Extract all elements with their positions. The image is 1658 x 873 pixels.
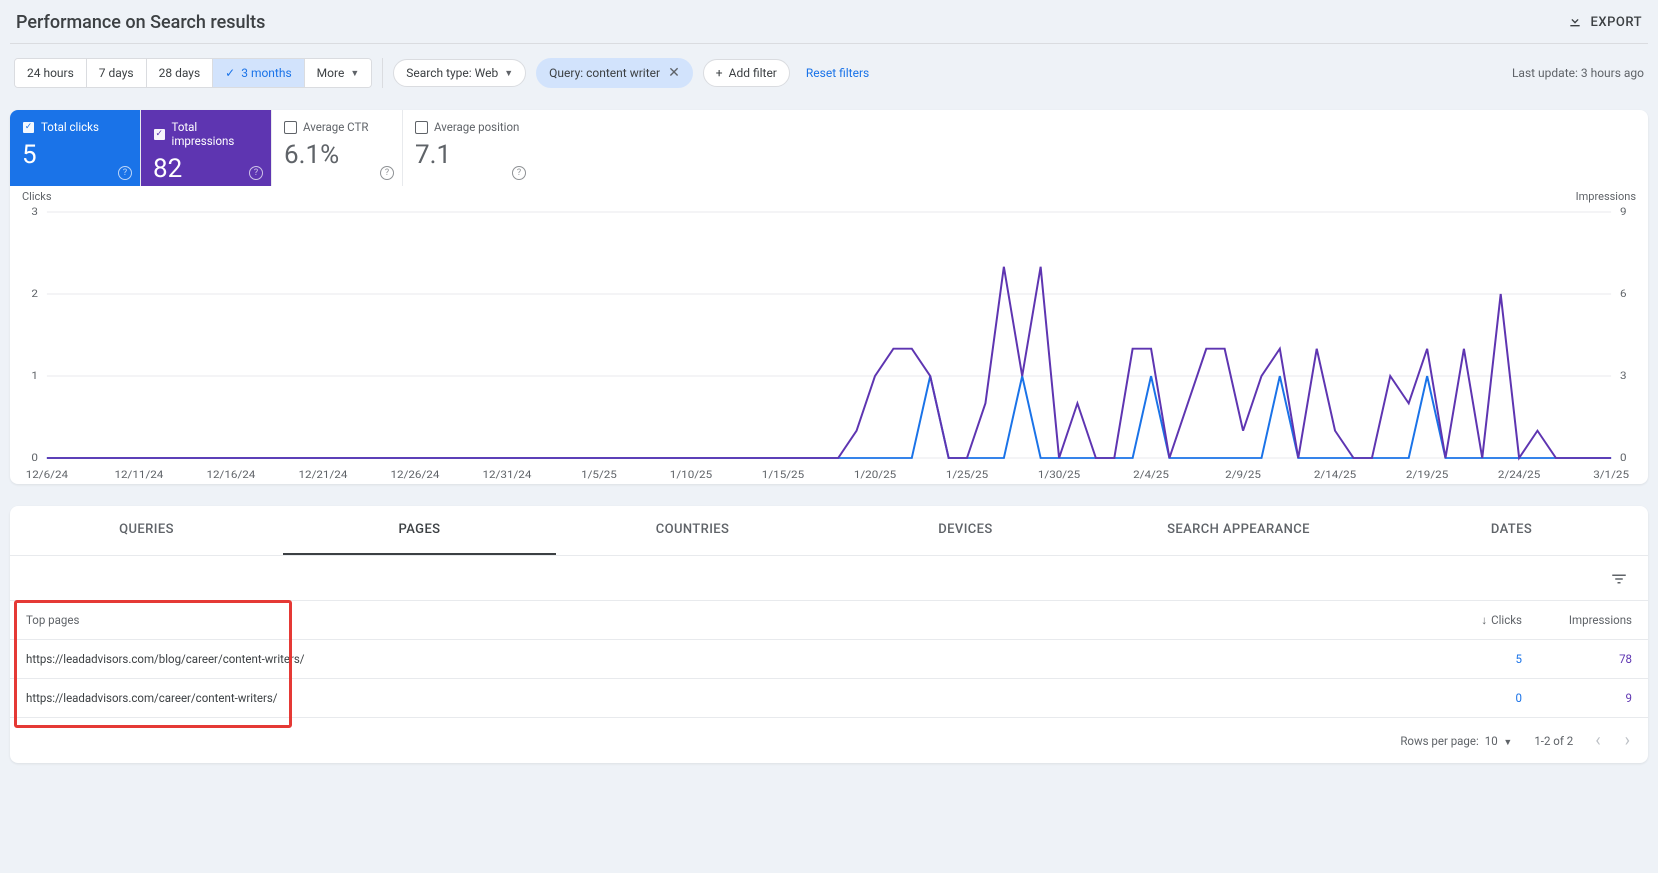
metric-position[interactable]: Average position 7.1 ? xyxy=(403,110,534,186)
svg-text:12/21/24: 12/21/24 xyxy=(298,469,347,481)
chart-area: Clicks Impressions 0 0 1 3 2 6 3 9 12/6/24 12/11/… xyxy=(10,186,1648,484)
metric-position-value: 7.1 xyxy=(415,140,522,170)
tab-queries[interactable]: QUERIES xyxy=(10,506,283,555)
col-impressions[interactable]: Impressions xyxy=(1538,601,1648,640)
check-icon: ✓ xyxy=(225,66,235,80)
svg-text:12/16/24: 12/16/24 xyxy=(206,469,255,481)
checkbox-empty-icon xyxy=(284,121,297,134)
svg-text:3: 3 xyxy=(31,206,38,218)
svg-text:9: 9 xyxy=(1620,206,1627,218)
chevron-down-icon: ▼ xyxy=(350,68,359,79)
col-clicks[interactable]: ↓Clicks xyxy=(1428,601,1538,640)
metric-clicks[interactable]: ✓Total clicks 5 ? xyxy=(10,110,141,186)
help-icon[interactable]: ? xyxy=(512,166,526,180)
svg-text:2/4/25: 2/4/25 xyxy=(1133,469,1169,481)
export-button[interactable]: EXPORT xyxy=(1567,13,1642,33)
page-title: Performance on Search results xyxy=(16,12,265,33)
tab-devices[interactable]: DEVICES xyxy=(829,506,1102,555)
download-icon xyxy=(1567,13,1583,33)
tab-pages[interactable]: PAGES xyxy=(283,506,556,555)
page-url[interactable]: https://leadadvisors.com/blog/career/con… xyxy=(10,640,1428,679)
svg-text:1/20/25: 1/20/25 xyxy=(854,469,896,481)
page-url[interactable]: https://leadadvisors.com/career/content-… xyxy=(10,679,1428,718)
metric-ctr[interactable]: Average CTR 6.1% ? xyxy=(272,110,403,186)
arrow-down-icon: ↓ xyxy=(1481,613,1487,627)
range-3m[interactable]: ✓3 months xyxy=(213,59,305,87)
range-24h[interactable]: 24 hours xyxy=(15,59,87,87)
svg-text:0: 0 xyxy=(1620,452,1627,464)
row-clicks: 0 xyxy=(1428,679,1538,718)
svg-text:12/6/24: 12/6/24 xyxy=(26,469,68,481)
svg-text:3/1/25: 3/1/25 xyxy=(1593,469,1629,481)
line-chart: 0 0 1 3 2 6 3 9 12/6/24 12/11/24 12/16/24 12/21/24 1… xyxy=(18,194,1640,484)
svg-text:3: 3 xyxy=(1620,370,1627,382)
export-label: EXPORT xyxy=(1591,15,1642,30)
filter-list-icon[interactable] xyxy=(1604,564,1634,598)
plus-icon: + xyxy=(716,66,723,80)
metric-clicks-value: 5 xyxy=(22,140,128,170)
prev-page-button[interactable]: ‹ xyxy=(1595,730,1600,751)
tab-countries[interactable]: COUNTRIES xyxy=(556,506,829,555)
svg-text:12/11/24: 12/11/24 xyxy=(114,469,163,481)
svg-text:2/14/25: 2/14/25 xyxy=(1314,469,1356,481)
range-7d[interactable]: 7 days xyxy=(87,59,147,87)
help-icon[interactable]: ? xyxy=(380,166,394,180)
row-clicks: 5 xyxy=(1428,640,1538,679)
metric-impressions[interactable]: ✓Total impressions 82 ? xyxy=(141,110,272,186)
checkbox-checked-icon: ✓ xyxy=(153,128,166,141)
add-filter-button[interactable]: +Add filter xyxy=(703,59,790,87)
checkbox-empty-icon xyxy=(415,121,428,134)
tabs-row: QUERIES PAGES COUNTRIES DEVICES SEARCH A… xyxy=(10,506,1648,556)
tab-dates[interactable]: DATES xyxy=(1375,506,1648,555)
table-row[interactable]: https://leadadvisors.com/blog/career/con… xyxy=(10,640,1648,679)
svg-text:1/5/25: 1/5/25 xyxy=(581,469,617,481)
metrics-row: ✓Total clicks 5 ? ✓Total impressions 82 … xyxy=(10,110,1648,186)
chevron-down-icon: ▼ xyxy=(504,68,513,79)
metric-impressions-value: 82 xyxy=(153,154,259,184)
col-top-pages[interactable]: Top pages xyxy=(10,601,1428,640)
svg-text:1/10/25: 1/10/25 xyxy=(670,469,712,481)
svg-text:1: 1 xyxy=(31,370,38,382)
metric-ctr-value: 6.1% xyxy=(284,140,390,170)
range-more[interactable]: More▼ xyxy=(305,59,372,87)
row-impressions: 78 xyxy=(1538,640,1648,679)
pages-table: Top pages ↓Clicks Impressions https://le… xyxy=(10,600,1648,717)
svg-text:6: 6 xyxy=(1620,288,1627,300)
svg-text:1/30/25: 1/30/25 xyxy=(1038,469,1080,481)
search-type-chip[interactable]: Search type: Web▼ xyxy=(393,59,526,87)
svg-text:2: 2 xyxy=(31,288,38,300)
svg-text:12/31/24: 12/31/24 xyxy=(483,469,532,481)
svg-text:1/25/25: 1/25/25 xyxy=(946,469,988,481)
last-update-text: Last update: 3 hours ago xyxy=(1512,66,1644,80)
date-range-group: 24 hours 7 days 28 days ✓3 months More▼ xyxy=(14,58,372,88)
svg-text:2/24/25: 2/24/25 xyxy=(1498,469,1540,481)
rows-per-page-label: Rows per page: xyxy=(1400,734,1478,748)
help-icon[interactable]: ? xyxy=(249,166,263,180)
chevron-down-icon: ▼ xyxy=(1503,738,1512,748)
table-row[interactable]: https://leadadvisors.com/career/content-… xyxy=(10,679,1648,718)
range-28d[interactable]: 28 days xyxy=(147,59,214,87)
tab-search-appearance[interactable]: SEARCH APPEARANCE xyxy=(1102,506,1375,555)
page-range: 1-2 of 2 xyxy=(1534,734,1573,748)
svg-text:12/26/24: 12/26/24 xyxy=(391,469,440,481)
svg-text:2/19/25: 2/19/25 xyxy=(1406,469,1448,481)
row-impressions: 9 xyxy=(1538,679,1648,718)
svg-text:0: 0 xyxy=(31,452,38,464)
svg-text:2/9/25: 2/9/25 xyxy=(1225,469,1261,481)
checkbox-checked-icon: ✓ xyxy=(22,121,35,134)
svg-text:1/15/25: 1/15/25 xyxy=(762,469,804,481)
rows-per-page-select[interactable]: 10 ▼ xyxy=(1485,734,1513,748)
next-page-button[interactable]: › xyxy=(1625,730,1630,751)
left-axis-label: Clicks xyxy=(22,190,52,203)
help-icon[interactable]: ? xyxy=(118,166,132,180)
pagination: Rows per page: 10 ▼ 1-2 of 2 ‹ › xyxy=(10,717,1648,763)
close-icon[interactable]: ✕ xyxy=(668,65,680,81)
query-filter-chip[interactable]: Query: content writer✕ xyxy=(536,58,693,88)
reset-filters-link[interactable]: Reset filters xyxy=(806,66,869,80)
right-axis-label: Impressions xyxy=(1576,190,1636,203)
